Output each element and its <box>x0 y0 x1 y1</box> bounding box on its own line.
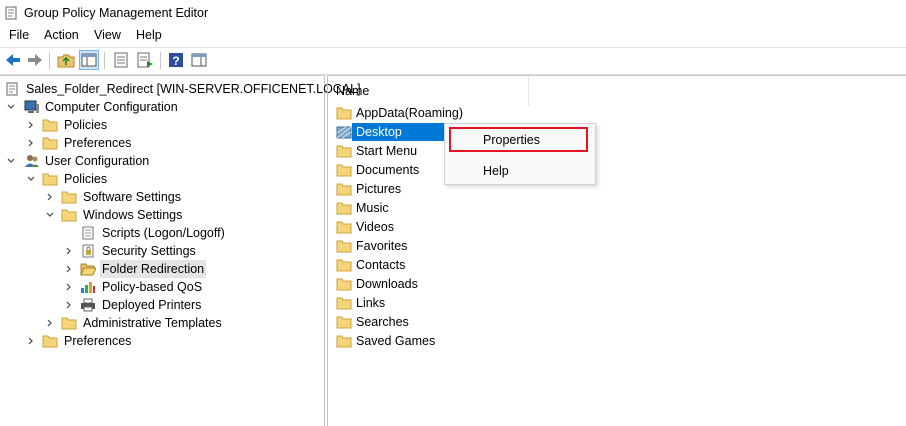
chevron-down-icon[interactable] <box>45 206 55 224</box>
folder-icon <box>336 296 352 310</box>
menu-item-help[interactable]: Help <box>445 160 595 182</box>
chevron-right-icon[interactable] <box>26 116 36 134</box>
show-hide-tree-icon[interactable] <box>79 50 99 70</box>
computer-icon <box>24 100 40 114</box>
list-item-label: Contacts <box>356 258 406 272</box>
tree-windows-settings[interactable]: Windows Settings <box>4 206 224 224</box>
menu-item-properties[interactable]: Properties <box>445 129 595 151</box>
security-icon <box>80 244 96 258</box>
up-folder-icon[interactable] <box>57 51 75 69</box>
folder-icon <box>336 163 352 177</box>
tree-administrative-templates[interactable]: Administrative Templates <box>4 314 264 332</box>
tree-scripts[interactable]: Scripts (Logon/Logoff) <box>4 224 264 242</box>
script-icon <box>80 226 96 240</box>
gpo-icon <box>4 82 20 96</box>
chevron-right-icon[interactable] <box>64 242 74 260</box>
tree-user-configuration[interactable]: User Configuration <box>4 152 304 170</box>
menu-help[interactable]: Help <box>136 28 162 42</box>
menu-action[interactable]: Action <box>44 28 79 42</box>
chevron-down-icon[interactable] <box>26 170 36 188</box>
chevron-right-icon[interactable] <box>64 296 74 314</box>
folder-icon <box>336 144 352 158</box>
tree-folder-redirection[interactable]: Folder Redirection <box>4 260 264 278</box>
list-item-label: Documents <box>356 163 420 177</box>
chevron-down-icon[interactable] <box>6 98 16 116</box>
toolbar-separator <box>104 52 105 69</box>
tree-computer-configuration[interactable]: Computer Configuration <box>4 98 304 116</box>
folder-icon <box>336 334 352 348</box>
folder-icon <box>42 136 58 150</box>
folder-icon <box>42 334 58 348</box>
list-item-label: Saved Games <box>356 334 436 348</box>
folder-icon <box>336 182 352 196</box>
column-header-name[interactable]: Name <box>328 76 529 106</box>
list-item-label: Links <box>356 296 386 310</box>
help-icon[interactable]: ? <box>167 51 185 69</box>
folder-icon <box>61 208 77 222</box>
list-item-label: Start Menu <box>356 144 418 158</box>
chevron-right-icon[interactable] <box>45 314 55 332</box>
gpo-editor-icon <box>5 6 17 20</box>
toolbar-separator <box>160 52 161 69</box>
window-title: Group Policy Management Editor <box>24 6 209 20</box>
list-item-label: Downloads <box>356 277 418 291</box>
tree-deployed-printers[interactable]: Deployed Printers <box>4 296 264 314</box>
list-item-label: Music <box>356 201 389 215</box>
folder-icon <box>61 190 77 204</box>
list-item-label: Pictures <box>356 182 402 196</box>
folder-icon <box>336 277 352 291</box>
folder-icon <box>336 201 352 215</box>
menu-file[interactable]: File <box>9 28 29 42</box>
folder-icon <box>336 220 352 234</box>
folder-icon <box>336 315 352 329</box>
list-item-label: Videos <box>356 220 394 234</box>
back-icon[interactable] <box>4 51 22 69</box>
show-pane-icon[interactable] <box>190 51 208 69</box>
folder-icon <box>42 118 58 132</box>
folder-icon <box>336 106 352 120</box>
menu-bar: File Action View Help <box>0 26 906 46</box>
results-pane[interactable]: Name AppData(Roaming) Desktop Start Menu Do… <box>327 75 906 426</box>
svg-text:?: ? <box>172 54 179 68</box>
title-bar: Group Policy Management Editor <box>0 0 906 26</box>
tree-software-settings[interactable]: Software Settings <box>4 188 224 206</box>
chevron-right-icon[interactable] <box>26 134 36 152</box>
folder-icon <box>336 239 352 253</box>
tree-uc-preferences[interactable]: Preferences <box>4 332 204 350</box>
tree-policy-qos[interactable]: Policy-based QoS <box>4 278 264 296</box>
toolbar-separator <box>49 52 50 69</box>
open-folder-icon <box>80 262 97 276</box>
list-item-label: Searches <box>356 315 409 329</box>
chevron-right-icon[interactable] <box>64 278 74 296</box>
list-item-label: AppData(Roaming) <box>356 106 463 120</box>
export-list-icon[interactable] <box>112 51 130 69</box>
tree-security-settings[interactable]: Security Settings <box>4 242 264 260</box>
list-item-label: Favorites <box>356 239 408 253</box>
toolbar: ? <box>0 47 906 75</box>
desktop-folder-icon <box>336 125 352 139</box>
console-tree[interactable]: Sales_Folder_Redirect [WIN-SERVER.OFFICE… <box>0 75 361 426</box>
properties-icon[interactable] <box>136 51 154 69</box>
folder-icon <box>42 172 58 186</box>
chevron-right-icon[interactable] <box>64 260 74 278</box>
context-menu: Properties Help <box>444 123 596 185</box>
tree-uc-policies[interactable]: Policies <box>4 170 204 188</box>
chevron-right-icon[interactable] <box>45 188 55 206</box>
tree-root[interactable]: Sales_Folder_Redirect [WIN-SERVER.OFFICE… <box>4 80 361 98</box>
users-icon <box>24 154 40 168</box>
menu-view[interactable]: View <box>94 28 121 42</box>
bar-chart-icon <box>80 280 96 294</box>
chevron-right-icon[interactable] <box>26 332 36 350</box>
tree-cc-policies[interactable]: Policies <box>4 116 204 134</box>
folder-icon <box>61 316 77 330</box>
chevron-down-icon[interactable] <box>6 152 16 170</box>
folder-icon <box>336 258 352 272</box>
forward-icon[interactable] <box>26 51 44 69</box>
tree-cc-preferences[interactable]: Preferences <box>4 134 204 152</box>
printer-icon <box>80 298 96 312</box>
